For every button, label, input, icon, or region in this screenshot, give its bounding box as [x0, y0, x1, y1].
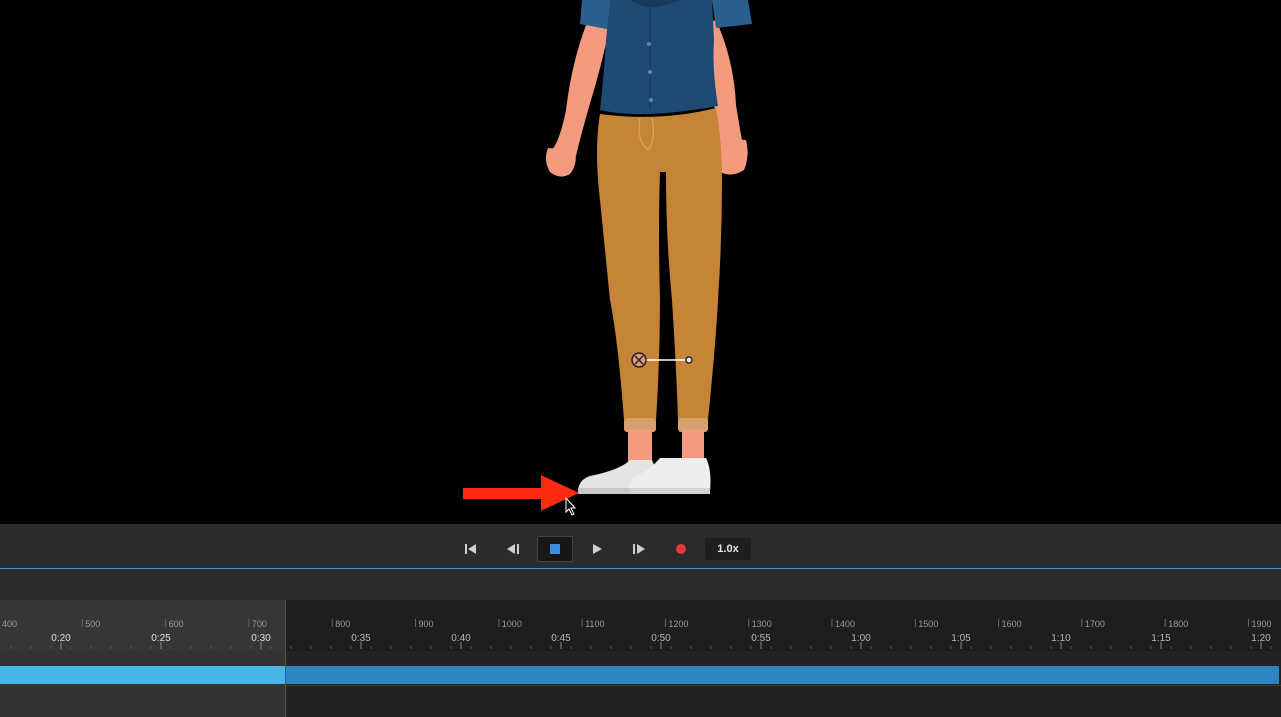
stop-icon: [550, 544, 560, 554]
frame-label: 1100: [585, 619, 604, 629]
frame-label: 400: [2, 619, 17, 629]
track-divider: [0, 685, 1281, 686]
frame-label: 800: [335, 619, 350, 629]
transport-bar: [0, 524, 1281, 569]
time-label: 1:20: [1251, 633, 1271, 644]
go-to-start-button[interactable]: [457, 537, 485, 561]
record-button[interactable]: [667, 537, 695, 561]
frame-label: 600: [169, 619, 184, 629]
timeline-ruler[interactable]: 400 500 600 700 800 900 1000 1100 1200 1300 1400 15…: [0, 600, 1281, 651]
time-label: 1:10: [1051, 633, 1071, 644]
frame-label: 1400: [835, 619, 855, 629]
step-forward-button[interactable]: [625, 537, 653, 561]
frame-label: 1000: [502, 619, 522, 629]
time-label: 1:00: [851, 633, 871, 644]
time-label: 0:50: [651, 633, 671, 644]
clip-bar[interactable]: [286, 666, 1279, 684]
skip-start-icon: [465, 544, 476, 554]
time-label: 0:25: [151, 633, 171, 644]
step-forward-icon: [633, 544, 645, 554]
frame-label: 1200: [668, 619, 688, 629]
record-icon: [676, 544, 686, 554]
step-back-icon: [507, 544, 519, 554]
timeline-header: [0, 569, 1281, 600]
frame-label: 1800: [1168, 619, 1188, 629]
canvas-viewport[interactable]: [0, 0, 1281, 524]
mouse-cursor-icon: [565, 496, 577, 516]
playback-speed-selector[interactable]: 1.0x: [705, 538, 751, 560]
time-label: 1:15: [1151, 633, 1171, 644]
frame-label: 900: [419, 619, 434, 629]
timeline-track: [0, 651, 1281, 717]
time-label: 0:45: [551, 633, 571, 644]
track-selected-range: [0, 651, 286, 717]
frame-label: 1500: [918, 619, 938, 629]
time-label: 0:35: [351, 633, 371, 644]
frame-label: 1600: [1002, 619, 1022, 629]
play-icon: [593, 544, 602, 554]
frame-label: 1300: [752, 619, 772, 629]
play-button[interactable]: [583, 537, 611, 561]
stop-button[interactable]: [537, 536, 573, 562]
ruler-ticks: 400 500 600 700 800 900 1000 1100 1200 1300 1400 15…: [2, 619, 1272, 649]
clip-bar-selected[interactable]: [0, 666, 286, 684]
frame-label: 1900: [1252, 619, 1272, 629]
time-label: 0:55: [751, 633, 771, 644]
playhead-marker[interactable]: [285, 600, 286, 717]
time-label: 0:20: [51, 633, 71, 644]
time-label: 0:40: [451, 633, 471, 644]
frame-label: 500: [85, 619, 100, 629]
frame-label: 1700: [1085, 619, 1105, 629]
frame-label: 700: [252, 619, 267, 629]
time-label: 1:05: [951, 633, 971, 644]
step-back-button[interactable]: [499, 537, 527, 561]
time-label: 0:30: [251, 633, 271, 644]
